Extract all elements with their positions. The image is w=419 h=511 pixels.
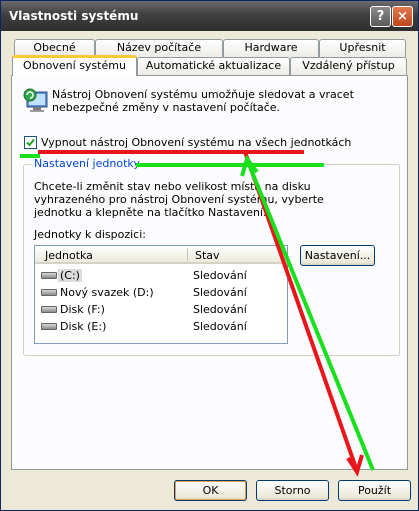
drive-name: Disk (E:) <box>60 320 107 333</box>
intro-text: Nástroj Obnovení systému umožňuje sledov… <box>52 88 354 114</box>
disable-restore-label[interactable]: Vypnout nástroj Obnovení systému na všec… <box>41 136 351 149</box>
list-header: Jednotka Stav <box>35 246 287 264</box>
drive-icon <box>41 323 57 330</box>
tab-vzdaleny-pristup[interactable]: Vzdálený přístup <box>290 57 407 75</box>
disable-restore-checkbox[interactable] <box>24 136 37 149</box>
tab-label: Obnovení systému <box>23 59 126 72</box>
tab-obnoveni-systemu[interactable]: Obnovení systému <box>12 55 137 76</box>
column-header-drive[interactable]: Jednotka <box>45 249 93 262</box>
ok-button[interactable]: OK <box>174 480 247 501</box>
help-button[interactable]: ? <box>370 6 391 27</box>
drive-icon <box>41 289 57 296</box>
drive-name: Nový svazek (D:) <box>60 286 154 299</box>
close-button[interactable]: × <box>392 6 413 27</box>
list-item[interactable]: Disk (F:) Sledování <box>37 301 287 318</box>
apply-button[interactable]: Použít <box>338 480 411 501</box>
group-title: Nastavení jednotky <box>32 157 142 170</box>
help-icon: ? <box>376 9 385 24</box>
drive-status: Sledování <box>193 286 247 299</box>
list-item[interactable]: Disk (E:) Sledování <box>37 318 287 335</box>
list-item[interactable]: (C:) Sledování <box>37 267 287 284</box>
drive-status: Sledování <box>193 269 247 282</box>
checkmark-icon <box>26 138 35 147</box>
group-description: Chcete-li změnit stav nebo velikost míst… <box>34 180 324 219</box>
list-item[interactable]: Nový svazek (D:) Sledování <box>37 284 287 301</box>
column-divider[interactable] <box>187 248 188 261</box>
tab-hardware[interactable]: Hardware <box>223 39 319 57</box>
drive-status: Sledování <box>193 303 247 316</box>
system-properties-window: Vlastnosti systému ? × Obecné Název počí… <box>0 0 419 511</box>
column-header-status[interactable]: Stav <box>195 249 220 262</box>
available-drives-label: Jednotky k dispozici: <box>34 228 146 241</box>
window-title: Vlastnosti systému <box>9 9 139 23</box>
drive-list[interactable]: Jednotka Stav (C:) Sledování Nový svazek… <box>34 245 288 344</box>
settings-button[interactable]: Nastavení... <box>300 245 375 266</box>
drive-icon <box>41 272 57 279</box>
drive-icon <box>41 306 57 313</box>
system-restore-icon <box>23 88 48 112</box>
close-icon: × <box>397 9 408 24</box>
tab-label: Vzdálený přístup <box>302 59 395 72</box>
drive-name: (C:) <box>58 269 82 282</box>
tab-label: Název počítače <box>116 41 202 54</box>
drive-name: Disk (F:) <box>60 303 105 316</box>
drive-status: Sledování <box>193 320 247 333</box>
tab-label: Upřesnit <box>339 41 386 54</box>
title-bar[interactable]: Vlastnosti systému ? × <box>1 1 418 31</box>
tab-label: Obecné <box>33 41 76 54</box>
cancel-button[interactable]: Storno <box>256 480 329 501</box>
tab-label: Hardware <box>244 41 298 54</box>
tab-label: Automatické aktualizace <box>145 59 282 72</box>
tab-upresnit[interactable]: Upřesnit <box>319 39 406 57</box>
tab-automaticke-aktualizace[interactable]: Automatické aktualizace <box>137 57 290 75</box>
